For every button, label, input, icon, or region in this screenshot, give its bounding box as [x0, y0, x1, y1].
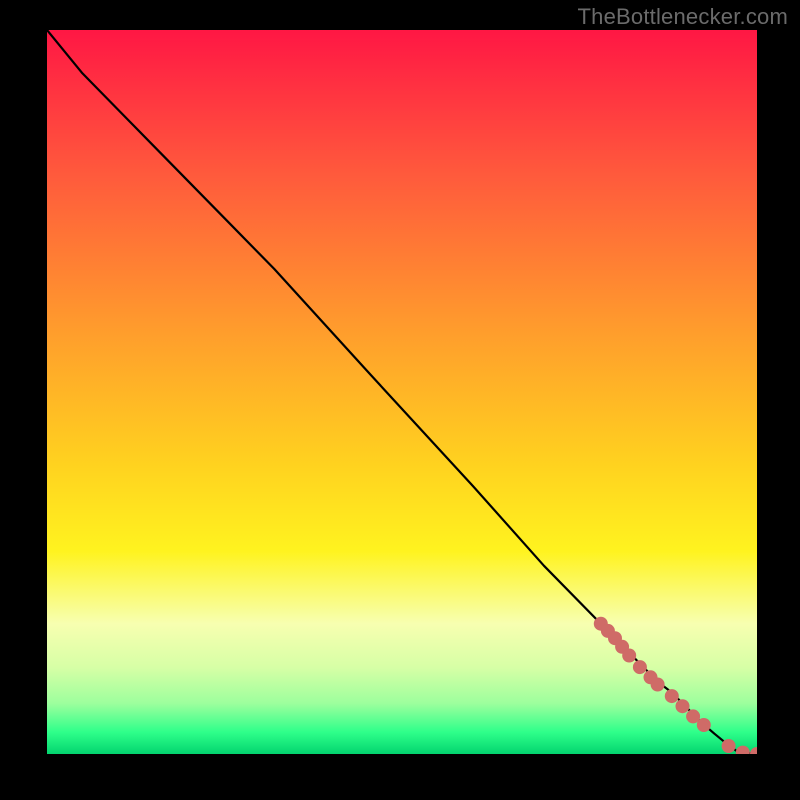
- data-marker: [622, 649, 636, 663]
- plot-area: [47, 30, 757, 754]
- data-marker: [651, 678, 665, 692]
- data-marker: [676, 699, 690, 713]
- data-marker: [633, 660, 647, 674]
- data-marker: [722, 739, 736, 753]
- gradient-background: [47, 30, 757, 754]
- chart-frame: TheBottlenecker.com: [0, 0, 800, 800]
- attribution-text: TheBottlenecker.com: [578, 4, 788, 30]
- data-marker: [697, 718, 711, 732]
- data-marker: [665, 689, 679, 703]
- plot-svg: [47, 30, 757, 754]
